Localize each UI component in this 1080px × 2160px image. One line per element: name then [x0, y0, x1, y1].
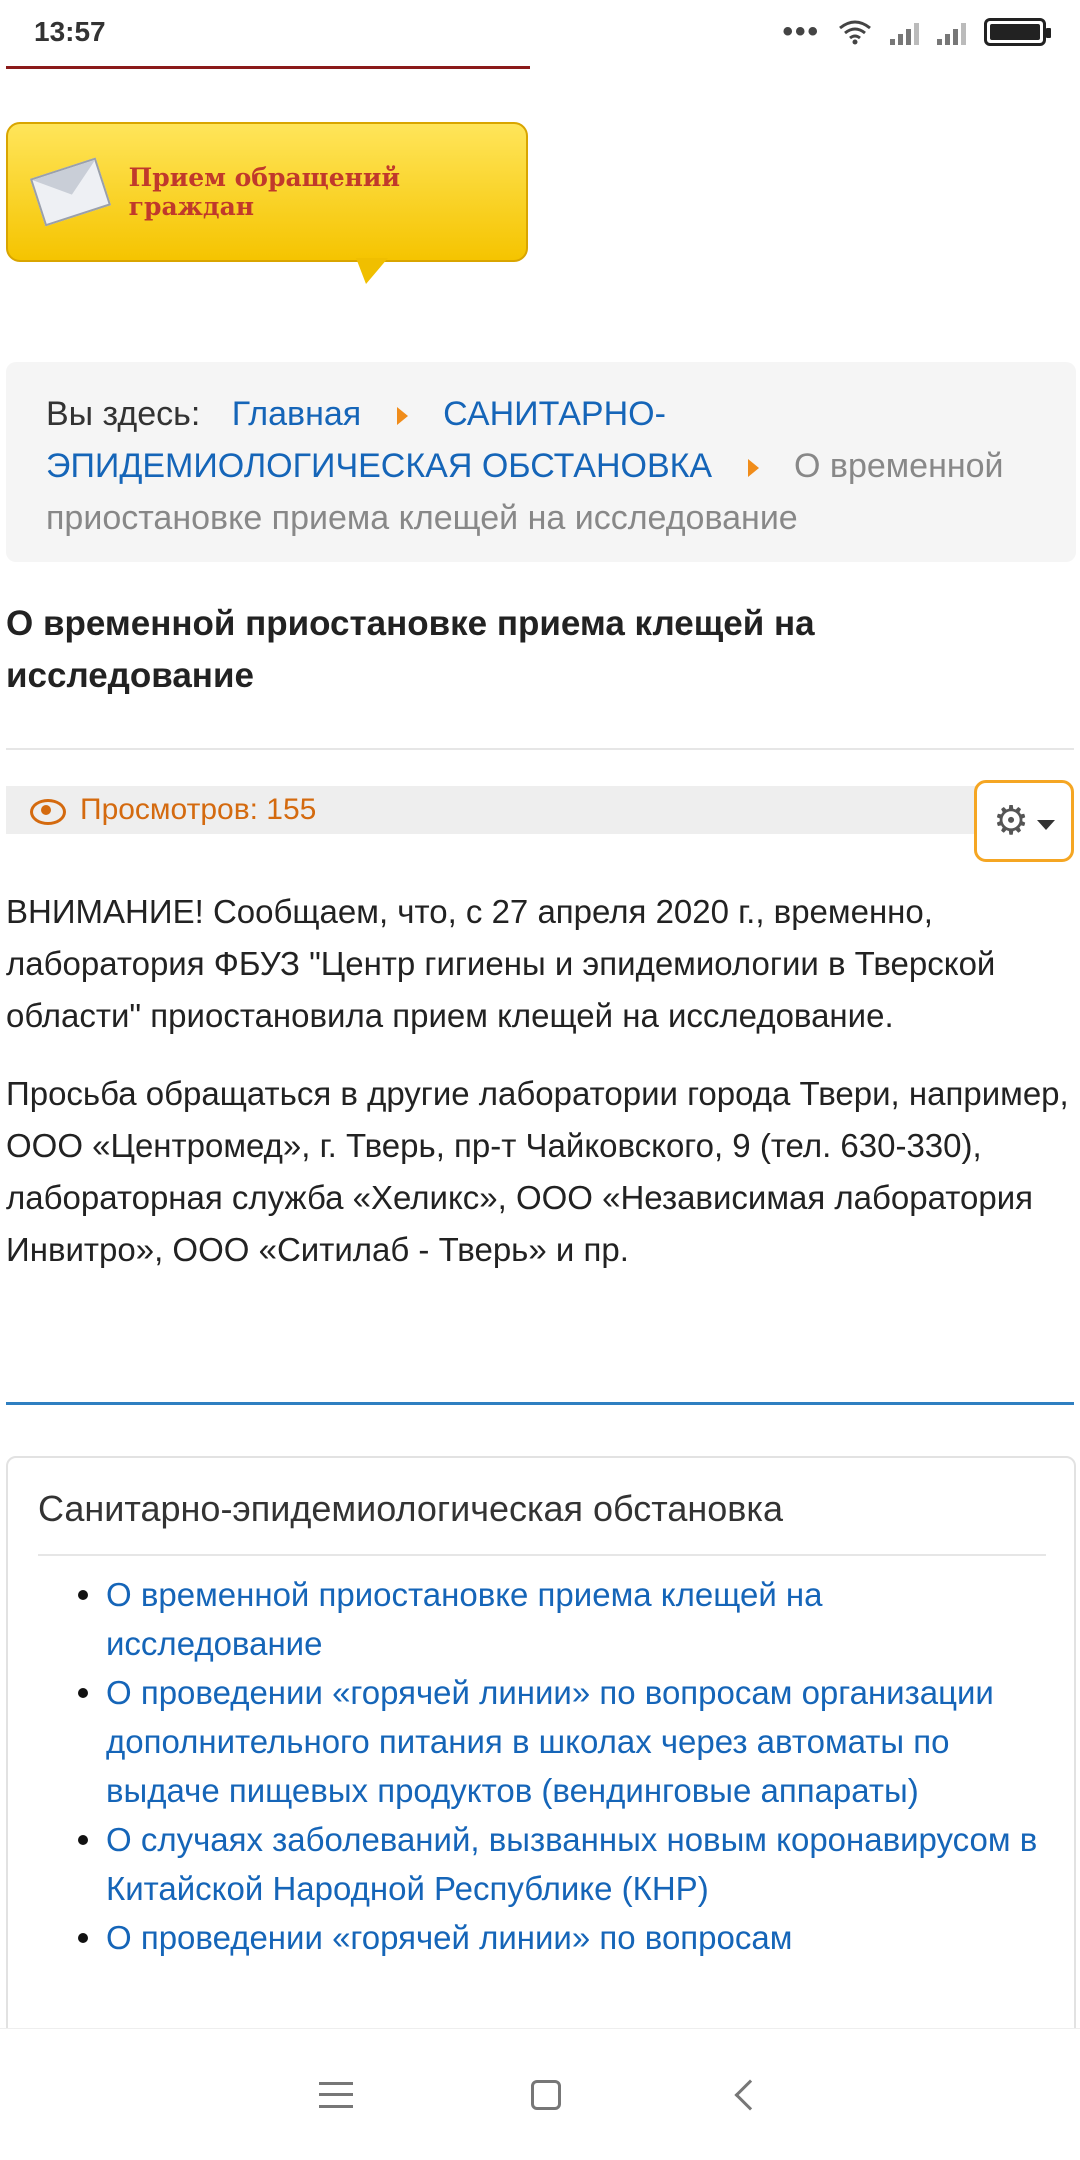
views-count: Просмотров: 155: [80, 793, 317, 826]
battery-icon: [984, 18, 1051, 46]
header-divider: [6, 66, 530, 69]
article-paragraph: ВНИМАНИЕ! Сообщаем, что, с 27 апреля 202…: [6, 893, 996, 1034]
envelope-icon: [29, 157, 111, 227]
breadcrumb: Вы здесь: Главная САНИТАРНО-ЭПИДЕМИОЛОГИ…: [6, 362, 1076, 562]
more-dots-icon: •••: [782, 15, 820, 48]
list-item[interactable]: О проведении «горячей линии» по вопросам…: [78, 1668, 1048, 1815]
navigation-bar: [0, 2028, 1080, 2160]
breadcrumb-home-link[interactable]: Главная: [232, 395, 361, 433]
module-title: Санитарно-эпидемиологическая обстановка: [38, 1488, 1046, 1556]
screen: 13:57 ••• Прием обращений граждан Вы зде…: [0, 0, 1080, 2160]
signal-icon: [890, 19, 919, 45]
related-article-link[interactable]: О случаях заболеваний, вызванных новым к…: [106, 1821, 1037, 1907]
breadcrumb-separator-icon: [396, 407, 408, 426]
list-item[interactable]: О случаях заболеваний, вызванных новым к…: [78, 1815, 1048, 1913]
banner-text: Прием обращений граждан: [128, 163, 400, 221]
list-item[interactable]: О временной приостановке приема клещей н…: [78, 1570, 1048, 1668]
content-divider: [6, 1402, 1074, 1405]
menu-icon[interactable]: [319, 2081, 353, 2108]
related-articles-module: Санитарно-эпидемиологическая обстановка …: [6, 1456, 1076, 2056]
eye-icon: [30, 799, 66, 825]
article-body: ВНИМАНИЕ! Сообщаем, что, с 27 апреля 202…: [6, 886, 1076, 1302]
signal-icon-2: [937, 19, 966, 45]
views-bar: Просмотров: 155: [6, 786, 976, 834]
caret-down-icon: [1036, 820, 1055, 830]
related-article-link[interactable]: О временной приостановке приема клещей н…: [106, 1576, 823, 1662]
status-icons: •••: [782, 15, 1051, 49]
breadcrumb-separator-icon: [747, 459, 759, 478]
article-title: О временной приостановке приема клещей н…: [6, 604, 815, 695]
list-item[interactable]: О проведении «горячей линии» по вопросам: [78, 1913, 1048, 1962]
related-article-link[interactable]: О проведении «горячей линии» по вопросам…: [106, 1674, 994, 1809]
breadcrumb-label: Вы здесь:: [46, 395, 201, 433]
related-article-link[interactable]: О проведении «горячей линии» по вопросам: [106, 1919, 792, 1956]
article-paragraph: Просьба обращаться в другие лаборатории …: [6, 1075, 1069, 1268]
citizen-appeals-banner[interactable]: Прием обращений граждан: [6, 122, 528, 284]
gear-icon: ⚙: [993, 799, 1029, 843]
back-icon[interactable]: [734, 2078, 766, 2111]
banner-tail: [356, 258, 388, 284]
article-tools-button[interactable]: ⚙: [974, 780, 1074, 862]
home-icon[interactable]: [531, 2079, 561, 2110]
title-divider: [6, 748, 1074, 750]
wifi-icon: [839, 20, 871, 45]
status-bar: 13:57 •••: [0, 0, 1080, 64]
related-articles-list: О временной приостановке приема клещей н…: [8, 1570, 1068, 1962]
status-time: 13:57: [34, 16, 106, 47]
banner-box: Прием обращений граждан: [6, 122, 528, 262]
